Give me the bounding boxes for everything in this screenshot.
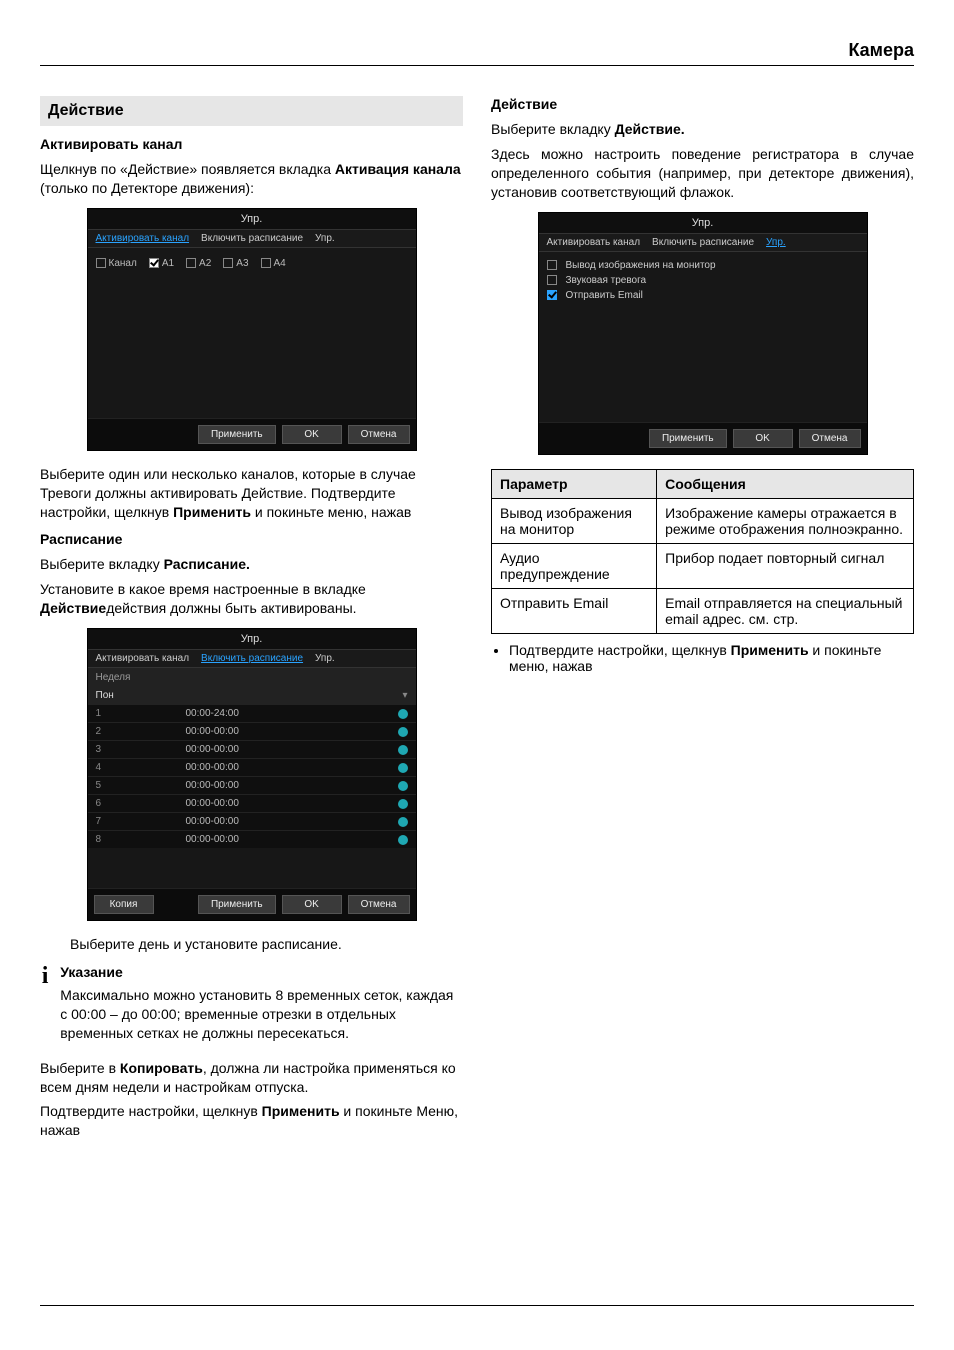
ok-button[interactable]: OK	[733, 429, 793, 448]
tab-control[interactable]: Упр.	[766, 237, 786, 248]
table-row: Аудио предупреждение Прибор подает повто…	[492, 543, 914, 588]
schedule-row[interactable]: 200:00-00:00	[88, 722, 416, 740]
settings-icon[interactable]	[398, 763, 408, 773]
chevron-down-icon: ▾	[402, 690, 407, 701]
page-header: Камера	[40, 40, 914, 66]
settings-icon[interactable]	[398, 727, 408, 737]
panel-schedule: Упр. Активировать канал Включить расписа…	[87, 628, 417, 921]
schedule-text-1: Выберите вкладку Расписание.	[40, 555, 463, 574]
tab-activate-channel[interactable]: Активировать канал	[96, 653, 190, 664]
activate-after-text: Выберите один или несколько каналов, кот…	[40, 465, 463, 522]
checkbox-a4[interactable]	[261, 258, 271, 268]
cancel-button[interactable]: Отмена	[348, 895, 410, 914]
table-row: Вывод изображения на монитор Изображение…	[492, 498, 914, 543]
apply-button[interactable]: Применить	[198, 425, 276, 444]
bullet-list: Подтвердите настройки, щелкнув Применить…	[509, 642, 914, 674]
note-block: i Указание Максимально можно установить …	[40, 964, 463, 1049]
info-icon: i	[40, 964, 50, 1049]
ok-button[interactable]: OK	[282, 425, 342, 444]
tab-enable-schedule[interactable]: Включить расписание	[652, 237, 754, 248]
settings-icon[interactable]	[398, 781, 408, 791]
schedule-header: Неделя	[88, 668, 416, 687]
schedule-row[interactable]: 300:00-00:00	[88, 740, 416, 758]
table-header-param: Параметр	[492, 469, 657, 498]
table-header-message: Сообщения	[657, 469, 914, 498]
actions-table: Параметр Сообщения Вывод изображения на …	[491, 469, 914, 634]
schedule-row[interactable]: 700:00-00:00	[88, 812, 416, 830]
confirm-text: Подтвердите настройки, щелкнув Применить…	[40, 1102, 463, 1140]
checkbox-a1[interactable]	[149, 258, 159, 268]
channel-row: Канал A1 A2 A3 A4	[96, 254, 408, 273]
checkbox-channel[interactable]	[96, 258, 106, 268]
tab-enable-schedule[interactable]: Включить расписание	[201, 233, 303, 244]
schedule-hint: Выберите день и установите расписание.	[70, 935, 463, 954]
settings-icon[interactable]	[398, 745, 408, 755]
heading-schedule: Расписание	[40, 531, 463, 547]
schedule-row[interactable]: 800:00-00:00	[88, 830, 416, 848]
copy-button[interactable]: Копия	[94, 895, 154, 914]
checkbox-fullscreen[interactable]	[547, 260, 557, 270]
settings-icon[interactable]	[398, 709, 408, 719]
section-heading-action: Действие	[40, 96, 463, 126]
schedule-row[interactable]: 100:00-24:00	[88, 704, 416, 722]
tab-activate-channel[interactable]: Активировать канал	[547, 237, 641, 248]
settings-icon[interactable]	[398, 817, 408, 827]
panel-action: Упр. Активировать канал Включить расписа…	[538, 212, 868, 455]
apply-button[interactable]: Применить	[198, 895, 276, 914]
panel-title: Упр.	[88, 209, 416, 229]
day-select[interactable]: Пон ▾	[88, 687, 416, 704]
cancel-button[interactable]: Отмена	[799, 429, 861, 448]
schedule-text-2: Установите в какое время настроенные в в…	[40, 580, 463, 618]
schedule-list: 100:00-24:00 200:00-00:00 300:00-00:00 4…	[88, 704, 416, 848]
schedule-row[interactable]: 600:00-00:00	[88, 794, 416, 812]
checkbox-audio-alarm[interactable]	[547, 275, 557, 285]
tab-activate-channel[interactable]: Активировать канал	[96, 233, 190, 244]
checkbox-a2[interactable]	[186, 258, 196, 268]
note-title: Указание	[60, 964, 463, 980]
checkbox-a3[interactable]	[223, 258, 233, 268]
schedule-row[interactable]: 400:00-00:00	[88, 758, 416, 776]
schedule-row[interactable]: 500:00-00:00	[88, 776, 416, 794]
tab-control[interactable]: Упр.	[315, 233, 335, 244]
heading-activate-channel: Активировать канал	[40, 136, 463, 152]
page-title: Камера	[848, 40, 914, 60]
tab-control[interactable]: Упр.	[315, 653, 335, 664]
activate-text: Щелкнув по «Действие» появляется вкладка…	[40, 160, 463, 198]
action-text-2: Здесь можно настроить поведение регистра…	[491, 145, 914, 202]
settings-icon[interactable]	[398, 835, 408, 845]
copy-text: Выберите в Копировать, должна ли настрой…	[40, 1059, 463, 1097]
list-item: Подтвердите настройки, щелкнув Применить…	[509, 642, 914, 674]
panel-title: Упр.	[88, 629, 416, 649]
heading-action: Действие	[491, 96, 914, 112]
page-footer-rule	[40, 1305, 914, 1306]
ok-button[interactable]: OK	[282, 895, 342, 914]
table-row: Отправить Email Email отправляется на сп…	[492, 588, 914, 633]
panel-activate-channel: Упр. Активировать канал Включить расписа…	[87, 208, 417, 451]
note-body: Максимально можно установить 8 временных…	[60, 986, 463, 1043]
tab-enable-schedule[interactable]: Включить расписание	[201, 653, 303, 664]
cancel-button[interactable]: Отмена	[348, 425, 410, 444]
panel-title: Упр.	[539, 213, 867, 233]
checkbox-send-email[interactable]	[547, 290, 557, 300]
action-text-1: Выберите вкладку Действие.	[491, 120, 914, 139]
settings-icon[interactable]	[398, 799, 408, 809]
apply-button[interactable]: Применить	[649, 429, 727, 448]
